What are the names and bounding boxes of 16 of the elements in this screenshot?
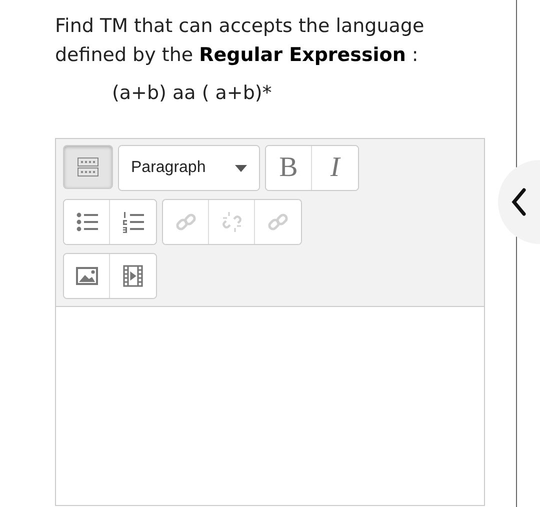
- toolbar-toggle-button[interactable]: [63, 145, 113, 189]
- unlink-icon: [220, 210, 244, 234]
- image-icon: [74, 264, 98, 288]
- question-text: Find TM that can accepts the language defined by the Regular Expression :: [55, 14, 426, 68]
- film-icon: [121, 264, 145, 288]
- chevron-left-icon: [511, 188, 527, 216]
- bold-button[interactable]: B: [266, 146, 312, 190]
- format-select[interactable]: Paragraph: [119, 146, 259, 190]
- keyboard-icon: [77, 157, 99, 177]
- dropdown-caret-icon: [235, 164, 247, 172]
- bullet-list-icon: [74, 210, 98, 234]
- image-button[interactable]: [64, 254, 110, 298]
- numbered-list-icon: [121, 210, 145, 234]
- regular-expression: (a+b) aa ( a+b)*: [112, 82, 273, 104]
- bullet-list-button[interactable]: [64, 200, 110, 244]
- text-input-area[interactable]: [55, 306, 485, 506]
